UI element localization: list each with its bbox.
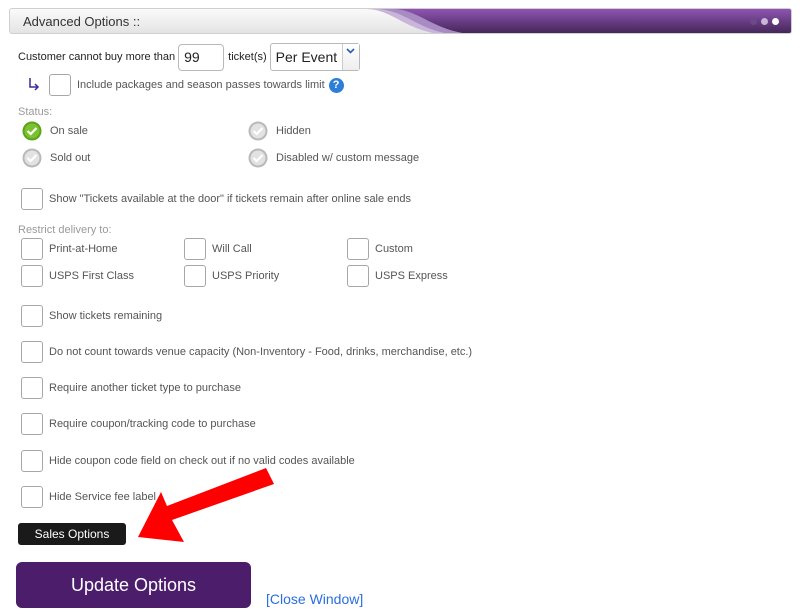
status-option-label: Sold out [50,152,91,164]
status-option-label: Disabled w/ custom message [276,152,420,164]
advanced-options-header: Advanced Options :: [9,8,792,34]
option-label: Do not count towards venue capacity (Non… [49,346,473,358]
status-option-hidden[interactable]: Hidden [248,121,311,141]
delivery-checkbox-print-at-home[interactable] [21,238,43,260]
delivery-option-label: USPS Priority [212,270,280,282]
hide-service-fee-checkbox[interactable] [21,486,43,508]
include-packages-row: Include packages and season passes towar… [27,74,344,96]
limit-scope-value: Per Event [275,49,338,65]
show-remaining-checkbox[interactable] [21,305,43,327]
option-row: Show tickets remaining [21,305,162,327]
status-label: Status: [18,106,53,118]
delivery-checkbox-custom[interactable] [347,238,369,260]
include-packages-checkbox[interactable] [49,74,71,96]
delivery-option: Will Call [184,238,252,260]
delivery-checkbox-usps-first-class[interactable] [21,265,43,287]
sales-options-button[interactable]: Sales Options [18,523,126,545]
annotation-arrow-shape [138,468,274,542]
include-packages-label: Include packages and season passes towar… [77,79,325,91]
require-coupon-checkbox[interactable] [21,413,43,435]
door-option-label: Show "Tickets available at the door" if … [49,193,412,205]
status-option-on-sale[interactable]: On sale [22,121,88,141]
help-icon[interactable]: ? [328,77,344,93]
limit-suffix-label: ticket(s) [228,51,267,63]
limit-prefix-label: Customer cannot buy more than [18,51,176,63]
delivery-option-label: Print-at-Home [49,243,118,255]
delivery-option: USPS Express [347,265,448,287]
option-row: Require another ticket type to purchase [21,377,241,399]
dot-icon [772,18,779,25]
delivery-option-label: Custom [375,243,413,255]
header-title: Advanced Options :: [23,14,141,29]
delivery-checkbox-will-call[interactable] [184,238,206,260]
chevron-down-icon[interactable] [341,44,359,70]
option-row: Hide Service fee label [21,486,156,508]
door-option-row: Show "Tickets available at the door" if … [21,188,411,210]
delivery-option: USPS Priority [184,265,279,287]
delivery-checkbox-usps-express[interactable] [347,265,369,287]
door-option-checkbox[interactable] [21,188,43,210]
unchecked-circle-icon [248,148,268,168]
check-circle-icon [22,121,42,141]
option-row: Require coupon/tracking code to purchase [21,413,256,435]
unchecked-circle-icon [248,121,268,141]
dot-icon [750,18,757,25]
option-label: Hide coupon code field on check out if n… [49,455,355,467]
option-row: Hide coupon code field on check out if n… [21,450,355,472]
option-label: Require coupon/tracking code to purchase [49,418,256,430]
dot-icon [761,18,768,25]
option-label: Hide Service fee label [49,491,157,503]
unchecked-circle-icon [22,148,42,168]
option-label: Show tickets remaining [49,310,163,322]
delivery-option-label: Will Call [212,243,252,255]
close-window-link[interactable]: [Close Window] [266,591,363,607]
delivery-option: Custom [347,238,413,260]
status-option-label: On sale [50,125,88,137]
max-quantity-input[interactable]: 99 [178,43,225,71]
delivery-option-label: USPS First Class [49,270,134,282]
option-label: Require another ticket type to purchase [49,382,242,394]
status-option-label: Hidden [276,125,311,137]
sub-option-arrow-icon [27,76,49,95]
header-dots [750,18,779,25]
status-option-disabled[interactable]: Disabled w/ custom message [248,148,419,168]
limit-scope-select[interactable]: Per Event [269,43,360,71]
non-inventory-checkbox[interactable] [21,341,43,363]
delivery-option: Print-at-Home [21,238,117,260]
require-ticket-type-checkbox[interactable] [21,377,43,399]
purchase-limit-row: Customer cannot buy more than 99 ticket(… [18,43,360,71]
delivery-option-label: USPS Express [375,270,448,282]
status-option-sold-out[interactable]: Sold out [22,148,90,168]
hide-coupon-field-checkbox[interactable] [21,450,43,472]
delivery-option: USPS First Class [21,265,134,287]
delivery-label: Restrict delivery to: [18,224,112,236]
delivery-checkbox-usps-priority[interactable] [184,265,206,287]
update-options-button[interactable]: Update Options [16,562,251,608]
option-row: Do not count towards venue capacity (Non… [21,341,472,363]
